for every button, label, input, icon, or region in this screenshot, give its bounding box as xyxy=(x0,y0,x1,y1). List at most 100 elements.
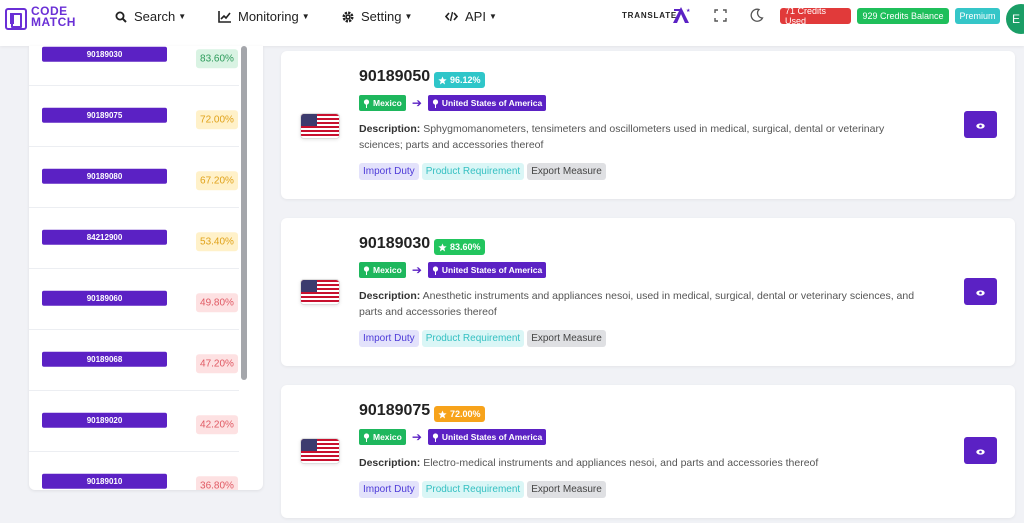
export-measure-tag[interactable]: Export Measure xyxy=(527,481,606,498)
dark-mode-icon[interactable] xyxy=(750,8,764,27)
eye-icon xyxy=(976,442,985,460)
result-card: 90189075 72.00% Mexico ➔ United States o… xyxy=(281,385,1015,518)
translate-label[interactable]: TRANSLATE xyxy=(622,11,677,20)
credits-used-badge: 71 Credits Used xyxy=(780,6,851,26)
code-icon xyxy=(445,11,458,22)
arrow-right-icon: ➔ xyxy=(411,263,422,277)
match-score-value: 96.12% xyxy=(450,75,481,85)
match-percentage: 42.20% xyxy=(196,415,238,435)
us-flag-icon xyxy=(301,114,339,138)
list-item[interactable]: 90189060 49.80% xyxy=(29,269,239,330)
list-item[interactable]: 90189075 72.00% xyxy=(29,86,239,147)
action-tags: Import Duty Product Requirement Export M… xyxy=(359,163,606,180)
map-pin-icon xyxy=(363,265,370,275)
origin-country-badge: Mexico xyxy=(359,429,406,445)
hs-code-chip[interactable]: 90189060 xyxy=(42,290,167,306)
avatar[interactable]: E xyxy=(1006,4,1024,34)
description-text: Electro-medical instruments and applianc… xyxy=(423,457,819,469)
nav-monitoring[interactable]: Monitoring ▼ xyxy=(218,9,310,24)
nav-search-label: Search xyxy=(134,9,176,24)
gear-icon xyxy=(342,11,354,23)
fullscreen-icon[interactable] xyxy=(714,9,727,27)
product-requirement-tag[interactable]: Product Requirement xyxy=(421,163,525,180)
view-details-button[interactable] xyxy=(964,437,997,464)
result-card: 90189050 96.12% Mexico ➔ United States o… xyxy=(281,51,1015,199)
import-duty-tag[interactable]: Import Duty xyxy=(359,330,419,347)
list-item[interactable]: 90189030 83.60% xyxy=(29,46,239,86)
chevron-down-icon: ▼ xyxy=(301,12,310,21)
list-item[interactable]: 90189010 36.80% xyxy=(29,452,239,490)
list-item[interactable]: 90189020 42.20% xyxy=(29,391,239,452)
hs-code-chip[interactable]: 90189020 xyxy=(42,412,167,428)
destination-country-badge: United States of America xyxy=(427,262,547,278)
product-requirement-tag[interactable]: Product Requirement xyxy=(421,481,525,498)
map-pin-icon xyxy=(432,265,439,275)
result-description: Description: Electro-medical instruments… xyxy=(359,455,929,471)
match-score-badge: 96.12% xyxy=(434,72,485,88)
list-item[interactable]: 90189080 67.20% xyxy=(29,147,239,208)
nav-setting-label: Setting xyxy=(361,9,402,24)
description-label: Description: xyxy=(359,123,421,135)
translate-icon[interactable]: ★ xyxy=(672,6,691,29)
description-text: Anesthetic instruments and appliances ne… xyxy=(359,290,915,318)
hs-code-chip[interactable]: 90189068 xyxy=(42,351,167,367)
destination-country-badge: United States of America xyxy=(427,95,547,111)
product-requirement-tag[interactable]: Product Requirement xyxy=(421,330,525,347)
codematch-logo[interactable]: CODE MATCH xyxy=(5,4,76,30)
eye-icon xyxy=(976,283,985,301)
view-details-button[interactable] xyxy=(964,278,997,305)
arrow-right-icon: ➔ xyxy=(411,430,422,444)
match-score-value: 83.60% xyxy=(450,242,481,252)
map-pin-icon xyxy=(363,98,370,108)
hs-code-chip[interactable]: 90189010 xyxy=(42,473,167,489)
star-icon xyxy=(438,409,447,419)
result-hs-code: 90189030 xyxy=(359,235,431,252)
hs-code-chip[interactable]: 90189080 xyxy=(42,168,167,184)
star-icon xyxy=(438,75,447,85)
match-percentage: 83.60% xyxy=(196,49,238,69)
map-pin-icon xyxy=(432,98,439,108)
nav-api[interactable]: API ▼ xyxy=(445,9,497,24)
trade-route: Mexico ➔ United States of America xyxy=(359,95,547,111)
list-item[interactable]: 90189068 47.20% xyxy=(29,330,239,391)
match-score-value: 72.00% xyxy=(450,409,481,419)
search-icon xyxy=(115,11,127,23)
hs-code-chip[interactable]: 90189030 xyxy=(42,46,167,62)
description-label: Description: xyxy=(359,290,421,302)
export-measure-tag[interactable]: Export Measure xyxy=(527,163,606,180)
hs-code-chip[interactable]: 84212900 xyxy=(42,229,167,245)
origin-country-badge: Mexico xyxy=(359,262,406,278)
match-percentage: 67.20% xyxy=(196,171,238,191)
us-flag-icon xyxy=(301,280,339,304)
import-duty-tag[interactable]: Import Duty xyxy=(359,163,419,180)
list-item[interactable]: 84212900 53.40% xyxy=(29,208,239,269)
match-score-badge: 72.00% xyxy=(434,406,485,422)
result-hs-code: 90189050 xyxy=(359,68,431,85)
nav-setting[interactable]: Setting ▼ xyxy=(342,9,412,24)
plan-badge: Premium xyxy=(955,8,1000,24)
match-percentage: 53.40% xyxy=(196,232,238,252)
us-flag-icon xyxy=(301,439,339,463)
nav-search[interactable]: Search ▼ xyxy=(115,9,186,24)
match-percentage: 47.20% xyxy=(196,354,238,374)
chevron-down-icon: ▼ xyxy=(404,12,413,21)
hs-code-chip[interactable]: 90189075 xyxy=(42,107,167,123)
match-percentage: 36.80% xyxy=(196,476,238,490)
trade-route: Mexico ➔ United States of America xyxy=(359,429,547,445)
nav-api-label: API xyxy=(465,9,486,24)
map-pin-icon xyxy=(363,432,370,442)
nav-monitoring-label: Monitoring xyxy=(238,9,299,24)
list-scrollbar[interactable] xyxy=(241,46,247,380)
import-duty-tag[interactable]: Import Duty xyxy=(359,481,419,498)
export-measure-tag[interactable]: Export Measure xyxy=(527,330,606,347)
destination-country-badge: United States of America xyxy=(427,429,547,445)
destination-country: United States of America xyxy=(441,432,543,442)
destination-country: United States of America xyxy=(441,98,543,108)
star-icon xyxy=(438,242,447,252)
description-text: Sphygmomanometers, tensimeters and oscil… xyxy=(359,123,885,151)
arrow-right-icon: ➔ xyxy=(411,96,422,110)
view-details-button[interactable] xyxy=(964,111,997,138)
destination-country: United States of America xyxy=(441,265,543,275)
top-navbar: CODE MATCH Search ▼ Monitoring ▼ Setting… xyxy=(0,0,1024,46)
origin-country: Mexico xyxy=(373,265,402,275)
